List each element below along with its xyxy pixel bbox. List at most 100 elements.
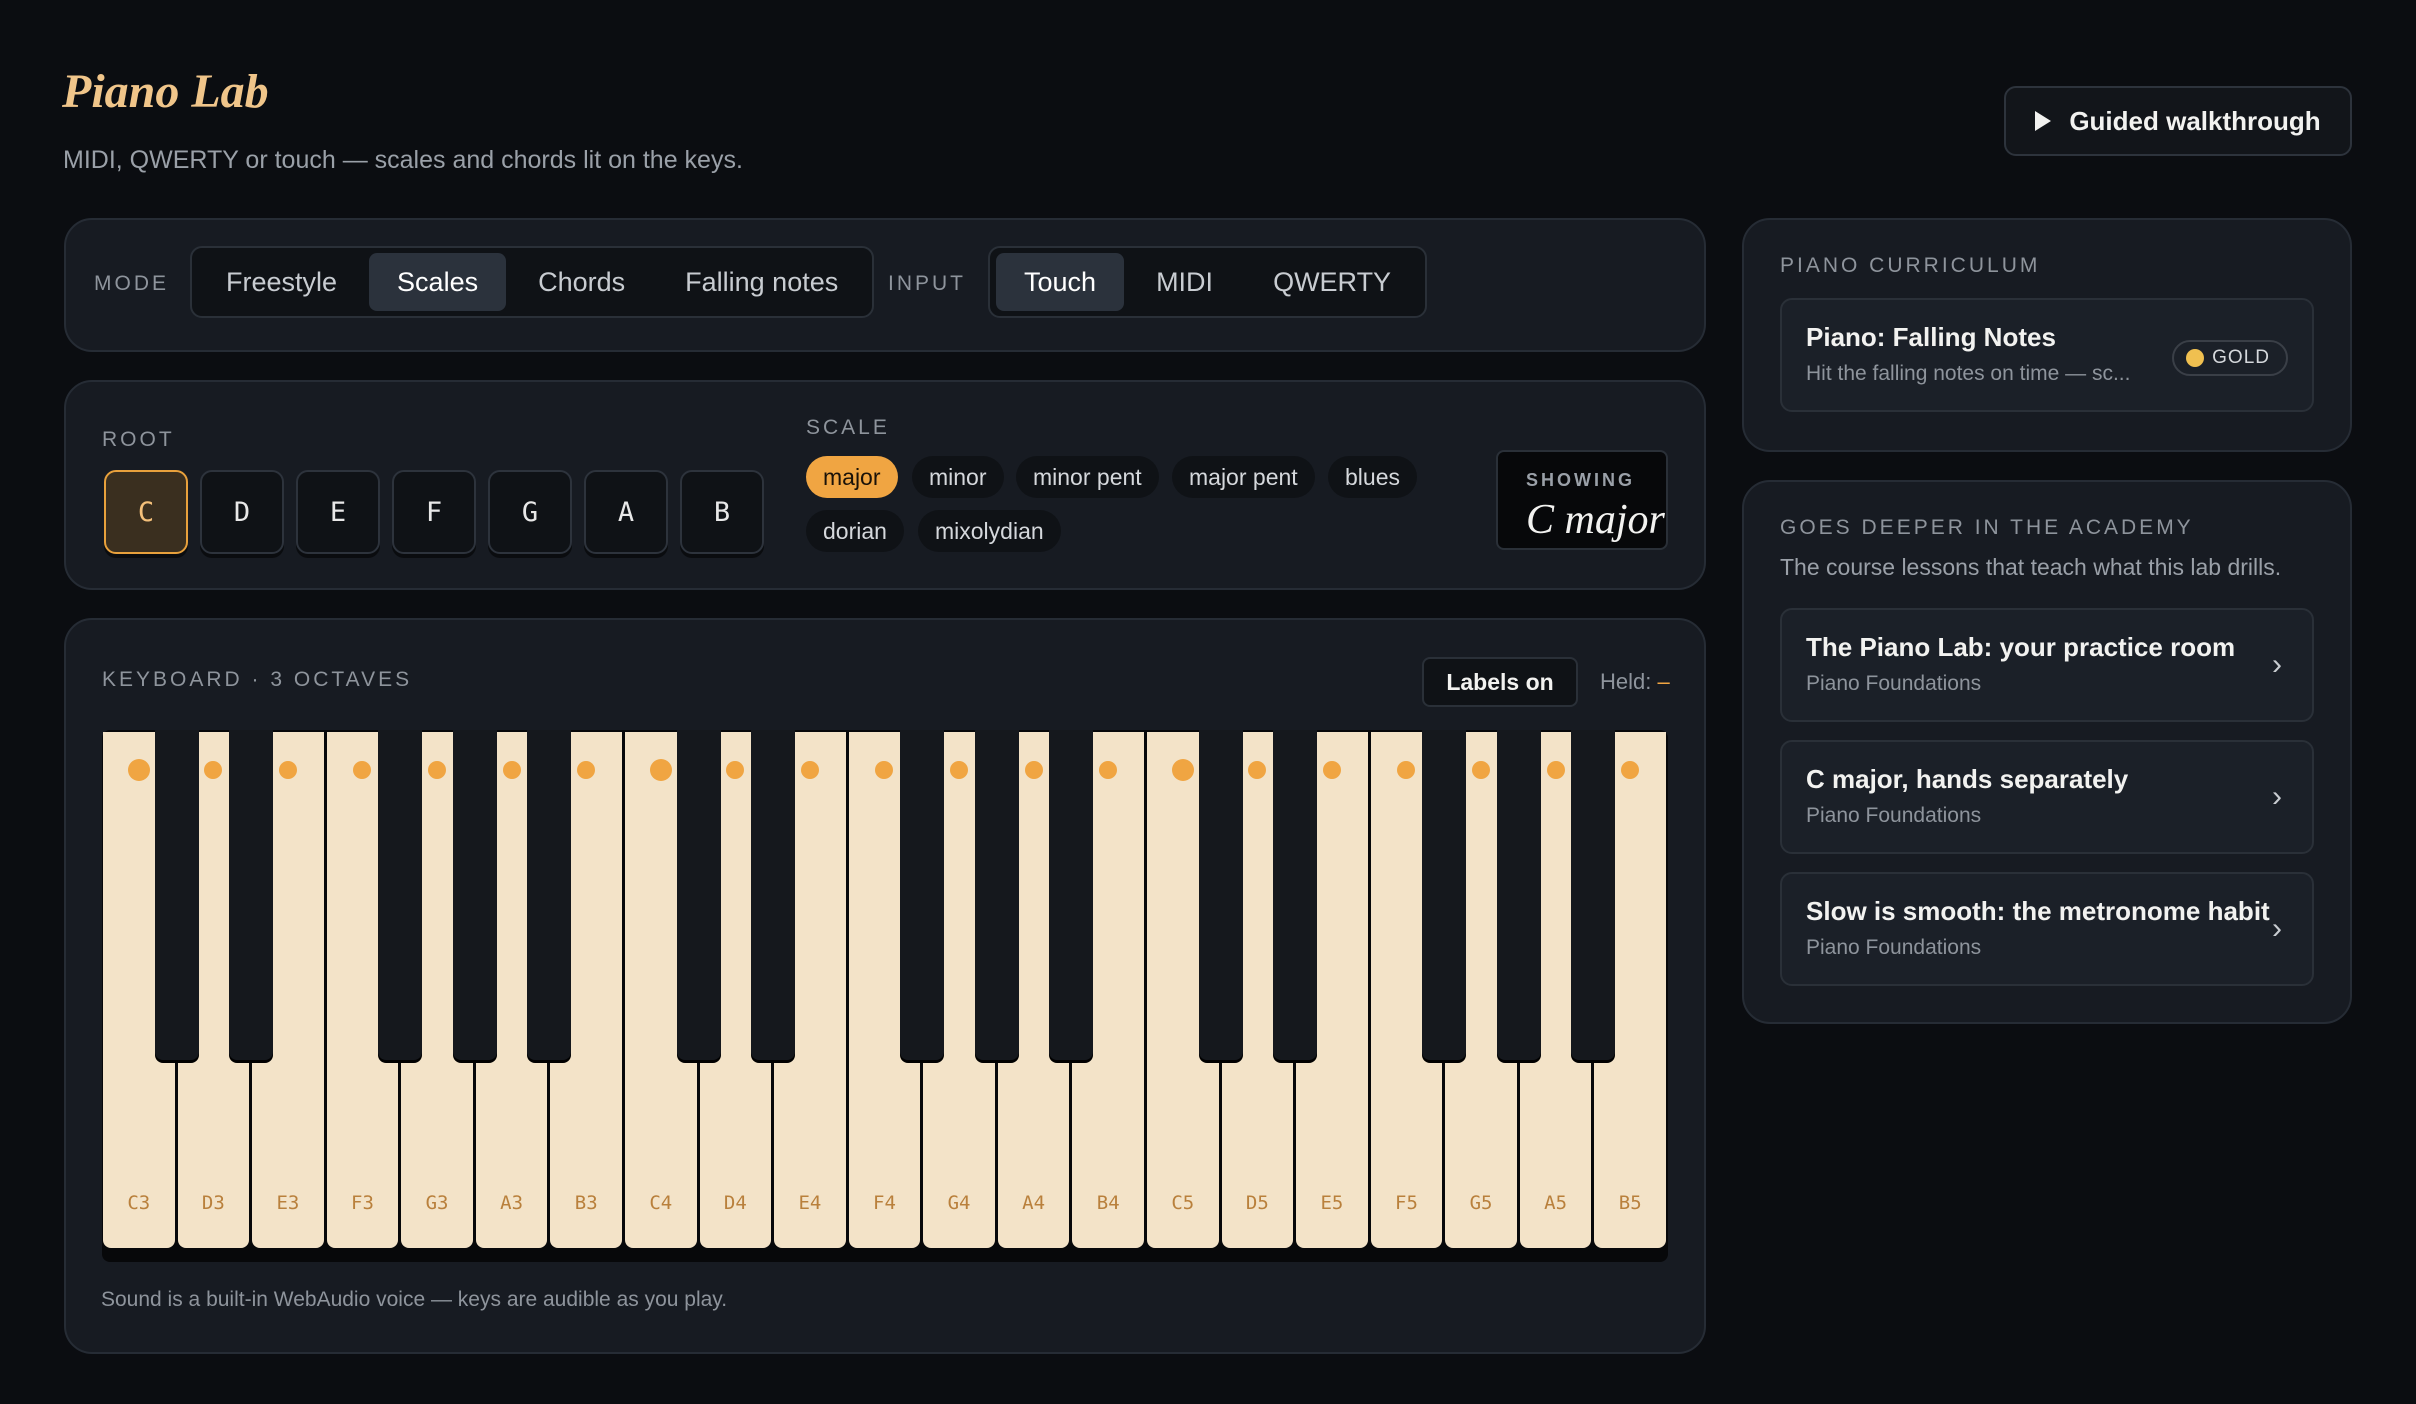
mode-option-freestyle[interactable]: Freestyle [198,253,365,311]
root-button-b[interactable]: B [680,470,764,554]
scale-chip-major-pent[interactable]: major pent [1172,456,1315,498]
black-key-fsharp5[interactable] [1422,730,1467,1060]
scale-note-dot [502,761,521,779]
scale-note-dot [1397,761,1416,779]
root-scale-panel: ROOT C D E F G A B SCALE major minor min… [64,380,1706,590]
curriculum-item[interactable]: Piano: Falling Notes Hit the falling not… [1780,298,2314,412]
mode-option-scales[interactable]: Scales [369,253,507,311]
showing-display: SHOWING C major [1496,450,1668,550]
scale-chip-dorian[interactable]: dorian [806,510,904,552]
root-button-e[interactable]: E [296,470,380,554]
showing-value: C major [1526,497,1665,543]
black-key-dsharp4[interactable] [751,730,796,1060]
mode-option-chords[interactable]: Chords [510,253,653,311]
black-key-csharp4[interactable] [676,730,721,1060]
showing-label: SHOWING [1526,470,1635,490]
guided-walkthrough-button[interactable]: Guided walkthrough [2004,86,2352,156]
keyboard-title: KEYBOARD · 3 OCTAVES [102,668,413,691]
scale-note-dot [1472,761,1491,779]
key-label: B4 [1096,1192,1120,1214]
scale-note-dot [1099,761,1118,779]
play-icon [2035,111,2052,131]
black-key-dsharp5[interactable] [1273,730,1318,1060]
root-button-f[interactable]: F [392,470,476,554]
black-key-csharp5[interactable] [1198,730,1243,1060]
black-key-asharp4[interactable] [1049,730,1094,1060]
chevron-right-icon: › [2272,648,2282,681]
black-key-asharp3[interactable] [527,730,572,1060]
input-option-midi[interactable]: MIDI [1128,253,1241,311]
key-label: F4 [873,1192,896,1214]
scale-note-dot [353,761,372,779]
scale-chip-mixolydian[interactable]: mixolydian [918,510,1061,552]
lesson-course: Piano Foundations [1806,804,1982,827]
key-label: C5 [1171,1192,1195,1214]
key-label: C4 [649,1192,673,1214]
root-button-d[interactable]: D [200,470,284,554]
root-button-c[interactable]: C [104,470,188,554]
guided-walkthrough-label: Guided walkthrough [2069,105,2321,136]
scale-note-dot [950,761,969,779]
input-option-qwerty[interactable]: QWERTY [1245,253,1419,311]
lesson-title: C major, hands separately [1806,764,2129,794]
scale-note-dot [428,761,447,779]
lesson-course: Piano Foundations [1806,936,1982,959]
black-key-gsharp4[interactable] [974,730,1019,1060]
lesson-item[interactable]: C major, hands separately Piano Foundati… [1780,740,2314,854]
black-key-fsharp3[interactable] [378,730,423,1060]
black-key-dsharp3[interactable] [229,730,274,1060]
key-label: E5 [1320,1192,1344,1214]
scale-chip-major[interactable]: major [806,456,898,498]
mode-panel: MODE Freestyle Scales Chords Falling not… [64,218,1706,352]
scale-chip-blues[interactable]: blues [1328,456,1417,498]
medal-icon [2186,349,2205,367]
key-label: A4 [1022,1192,1046,1214]
key-label: F5 [1395,1192,1418,1214]
scale-chip-minor-pent[interactable]: minor pent [1016,456,1159,498]
scale-note-dot [204,761,223,779]
input-label: INPUT [888,272,966,295]
labels-toggle-button[interactable]: Labels on [1422,657,1578,707]
piano-keyboard: C3 D3 E3 F3 G3 A3 B3 C4 D4 E4 F4 G4 A4 B4 C5 D5 E5 F5 G5 A5… [102,730,1668,1262]
mode-label: MODE [94,272,169,295]
input-option-touch[interactable]: Touch [996,253,1125,311]
key-label: D3 [201,1192,225,1214]
scale-note-dot [875,761,894,779]
held-value: – [1657,669,1670,694]
gold-badge-label: GOLD [2212,347,2270,368]
scale-label: SCALE [806,416,890,439]
black-key-asharp5[interactable] [1571,730,1616,1060]
key-label: G3 [425,1192,449,1214]
page-title: Piano Lab [62,65,269,118]
key-label: F3 [351,1192,374,1214]
key-label: A5 [1544,1192,1568,1214]
scale-note-dot [1171,759,1194,781]
scale-chip-minor[interactable]: minor [912,456,1004,498]
lesson-item[interactable]: Slow is smooth: the metronome habit Pian… [1780,872,2314,986]
key-label: E4 [798,1192,822,1214]
scale-note-dot [649,759,672,781]
black-key-csharp3[interactable] [154,730,199,1060]
lesson-title: The Piano Lab: your practice room [1806,632,2236,662]
mode-option-falling-notes[interactable]: Falling notes [657,253,866,311]
curriculum-item-desc: Hit the falling notes on time — sc... [1806,362,2131,385]
black-key-fsharp4[interactable] [900,730,945,1060]
key-label: A3 [500,1192,524,1214]
lesson-title: Slow is smooth: the metronome habit [1806,896,2270,926]
chevron-right-icon: › [2272,912,2282,945]
chevron-right-icon: › [2272,780,2282,813]
lesson-item[interactable]: The Piano Lab: your practice room Piano … [1780,608,2314,722]
scale-note-dot [577,761,596,779]
key-label: D5 [1245,1192,1269,1214]
curriculum-label: PIANO CURRICULUM [1780,254,2041,277]
scale-note-dot [1322,761,1341,779]
key-label: C3 [127,1192,151,1214]
black-key-gsharp3[interactable] [452,730,497,1060]
gold-badge: GOLD [2172,340,2288,376]
black-key-gsharp5[interactable] [1496,730,1541,1060]
sound-footnote: Sound is a built-in WebAudio voice — key… [101,1288,728,1311]
input-selector: Touch MIDI QWERTY [988,246,1428,318]
root-button-a[interactable]: A [584,470,668,554]
root-button-g[interactable]: G [488,470,572,554]
scale-note-dot [726,761,745,779]
